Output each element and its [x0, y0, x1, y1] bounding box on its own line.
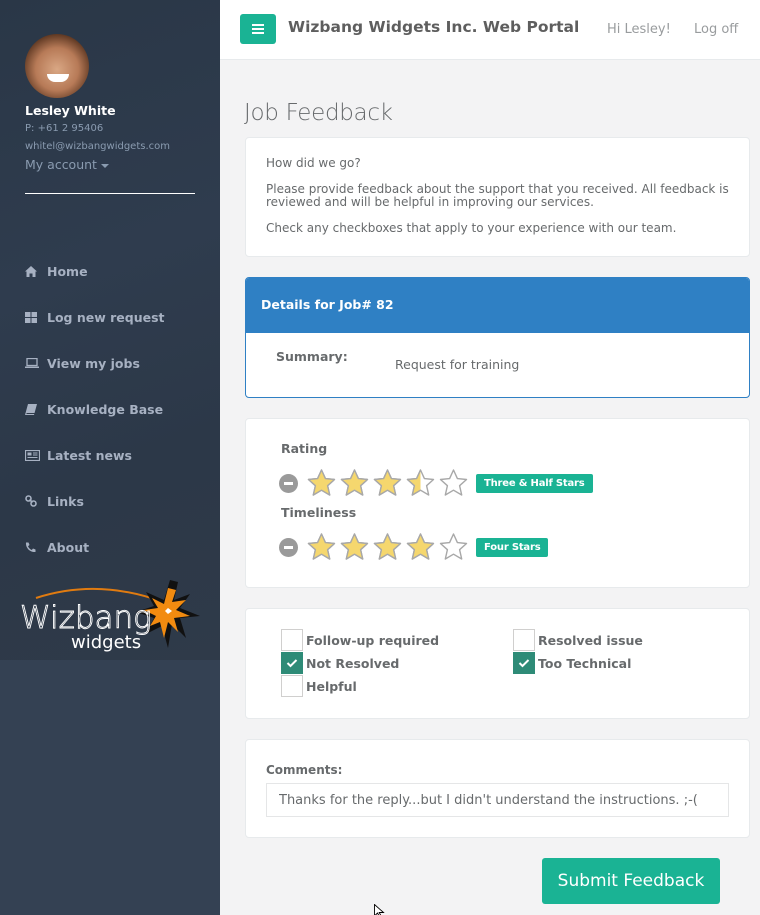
sidebar-item-links[interactable]: Links — [0, 478, 220, 524]
sidebar-item-log-new-request[interactable]: Log new request — [0, 294, 220, 340]
caret-down-icon — [100, 163, 109, 168]
summary-label: Summary: — [276, 349, 348, 364]
sidebar: Lesley White P: +61 2 95406 whitel@wizba… — [0, 0, 220, 915]
job-details-heading: Details for Job# 82 — [246, 278, 749, 333]
checkbox-label: Not Resolved — [306, 655, 400, 671]
star-empty-icon[interactable] — [437, 532, 470, 562]
mouse-cursor-icon — [374, 904, 385, 915]
sidebar-item-knowledge-base[interactable]: Knowledge Base — [0, 386, 220, 432]
rating-stars: Three & Half Stars — [279, 468, 593, 498]
checkbox[interactable] — [281, 652, 303, 674]
checkbox-panel: Follow-up required Resolved issue Not Re… — [245, 608, 750, 719]
sidebar-item-about[interactable]: About — [0, 524, 220, 570]
submit-feedback-button[interactable]: Submit Feedback — [542, 858, 720, 904]
checkbox-label: Helpful — [306, 678, 357, 694]
sidebar-item-view-my-jobs[interactable]: View my jobs — [0, 340, 220, 386]
grid-icon — [25, 311, 43, 323]
laptop-icon — [25, 358, 43, 368]
checkbox-label: Too Technical — [538, 655, 632, 671]
menu-toggle-button[interactable] — [240, 14, 276, 44]
clear-rating-icon[interactable] — [279, 473, 298, 493]
sidebar-nav: Home Log new request View my jobs Knowle… — [0, 248, 220, 570]
timeliness-label: Timeliness — [281, 505, 357, 520]
intro-description: Please provide feedback about the suppor… — [266, 182, 729, 209]
sidebar-item-label: View my jobs — [47, 355, 140, 371]
my-account-dropdown[interactable]: My account — [25, 157, 109, 172]
job-details-panel: Details for Job# 82 Summary: Request for… — [245, 277, 750, 398]
star-filled-icon[interactable] — [338, 532, 371, 562]
star-group — [305, 532, 470, 562]
sidebar-item-label: Links — [47, 493, 84, 509]
checkbox-label: Resolved issue — [538, 632, 643, 648]
comments-panel: Comments: — [245, 739, 750, 838]
sidebar-item-label: Log new request — [47, 309, 165, 325]
sidebar-item-label: Home — [47, 263, 88, 279]
checkbox[interactable] — [281, 675, 303, 697]
intro-panel: How did we go? Please provide feedback a… — [245, 137, 750, 257]
logoff-link[interactable]: Log off — [694, 22, 738, 37]
star-filled-icon[interactable] — [404, 532, 437, 562]
link-icon — [25, 495, 43, 507]
star-filled-icon[interactable] — [305, 468, 338, 498]
newspaper-icon — [25, 449, 43, 461]
user-name: Lesley White — [25, 103, 116, 118]
checkbox[interactable] — [513, 629, 535, 651]
checkbox-not-resolved[interactable]: Not Resolved — [281, 652, 399, 674]
sidebar-footer — [0, 660, 220, 915]
checkbox-label: Follow-up required — [306, 632, 440, 648]
user-email: whitel@wizbangwidgets.com — [25, 141, 170, 152]
summary-value: Request for training — [395, 357, 520, 372]
greeting: Hi Lesley! — [607, 22, 671, 37]
intro-question: How did we go? — [266, 156, 361, 170]
checkbox-resolved-issue[interactable]: Resolved issue — [513, 629, 643, 651]
star-filled-icon[interactable] — [371, 468, 404, 498]
sidebar-item-home[interactable]: Home — [0, 248, 220, 294]
timeliness-stars: Four Stars — [279, 532, 549, 562]
rating-badge: Three & Half Stars — [476, 473, 593, 493]
rating-label: Rating — [281, 441, 328, 456]
portal-title: Wizbang Widgets Inc. Web Portal — [288, 18, 580, 36]
checkbox-helpful[interactable]: Helpful — [281, 675, 357, 697]
sidebar-item-label: About — [47, 539, 90, 555]
star-group — [305, 468, 470, 498]
sidebar-item-label: Knowledge Base — [47, 401, 164, 417]
top-navbar: Wizbang Widgets Inc. Web Portal Hi Lesle… — [220, 0, 760, 60]
user-phone: P: +61 2 95406 — [25, 123, 104, 134]
sidebar-item-label: Latest news — [47, 447, 132, 463]
checkmark-icon — [286, 659, 298, 668]
page-title: Job Feedback — [244, 100, 393, 126]
checkbox[interactable] — [281, 629, 303, 651]
timeliness-badge: Four Stars — [476, 537, 549, 557]
avatar[interactable] — [25, 34, 89, 98]
logo-text-widgets: widgets — [71, 632, 141, 652]
checkbox[interactable] — [513, 652, 535, 674]
intro-instructions: Check any checkboxes that apply to your … — [266, 221, 677, 235]
logo-text-wizbang: Wizbang — [20, 600, 152, 636]
comments-label: Comments: — [266, 763, 343, 777]
star-filled-icon[interactable] — [305, 532, 338, 562]
hamburger-icon — [252, 24, 264, 34]
star-filled-icon[interactable] — [371, 532, 404, 562]
sidebar-divider — [25, 193, 195, 194]
sidebar-item-latest-news[interactable]: Latest news — [0, 432, 220, 478]
my-account-label: My account — [25, 157, 97, 172]
star-filled-icon[interactable] — [338, 468, 371, 498]
star-half-icon[interactable] — [404, 468, 437, 498]
book-icon — [25, 403, 43, 415]
checkbox-follow-up-required[interactable]: Follow-up required — [281, 629, 439, 651]
ratings-panel: Rating Three & Half Stars Timeliness Fou… — [245, 418, 750, 588]
comments-input[interactable] — [266, 783, 729, 817]
phone-icon — [25, 542, 43, 553]
home-icon — [25, 265, 43, 277]
star-empty-icon[interactable] — [437, 468, 470, 498]
checkbox-too-technical[interactable]: Too Technical — [513, 652, 631, 674]
checkmark-icon — [518, 659, 530, 668]
wizbang-logo: Wizbang widgets — [18, 580, 203, 653]
clear-rating-icon[interactable] — [279, 537, 298, 557]
